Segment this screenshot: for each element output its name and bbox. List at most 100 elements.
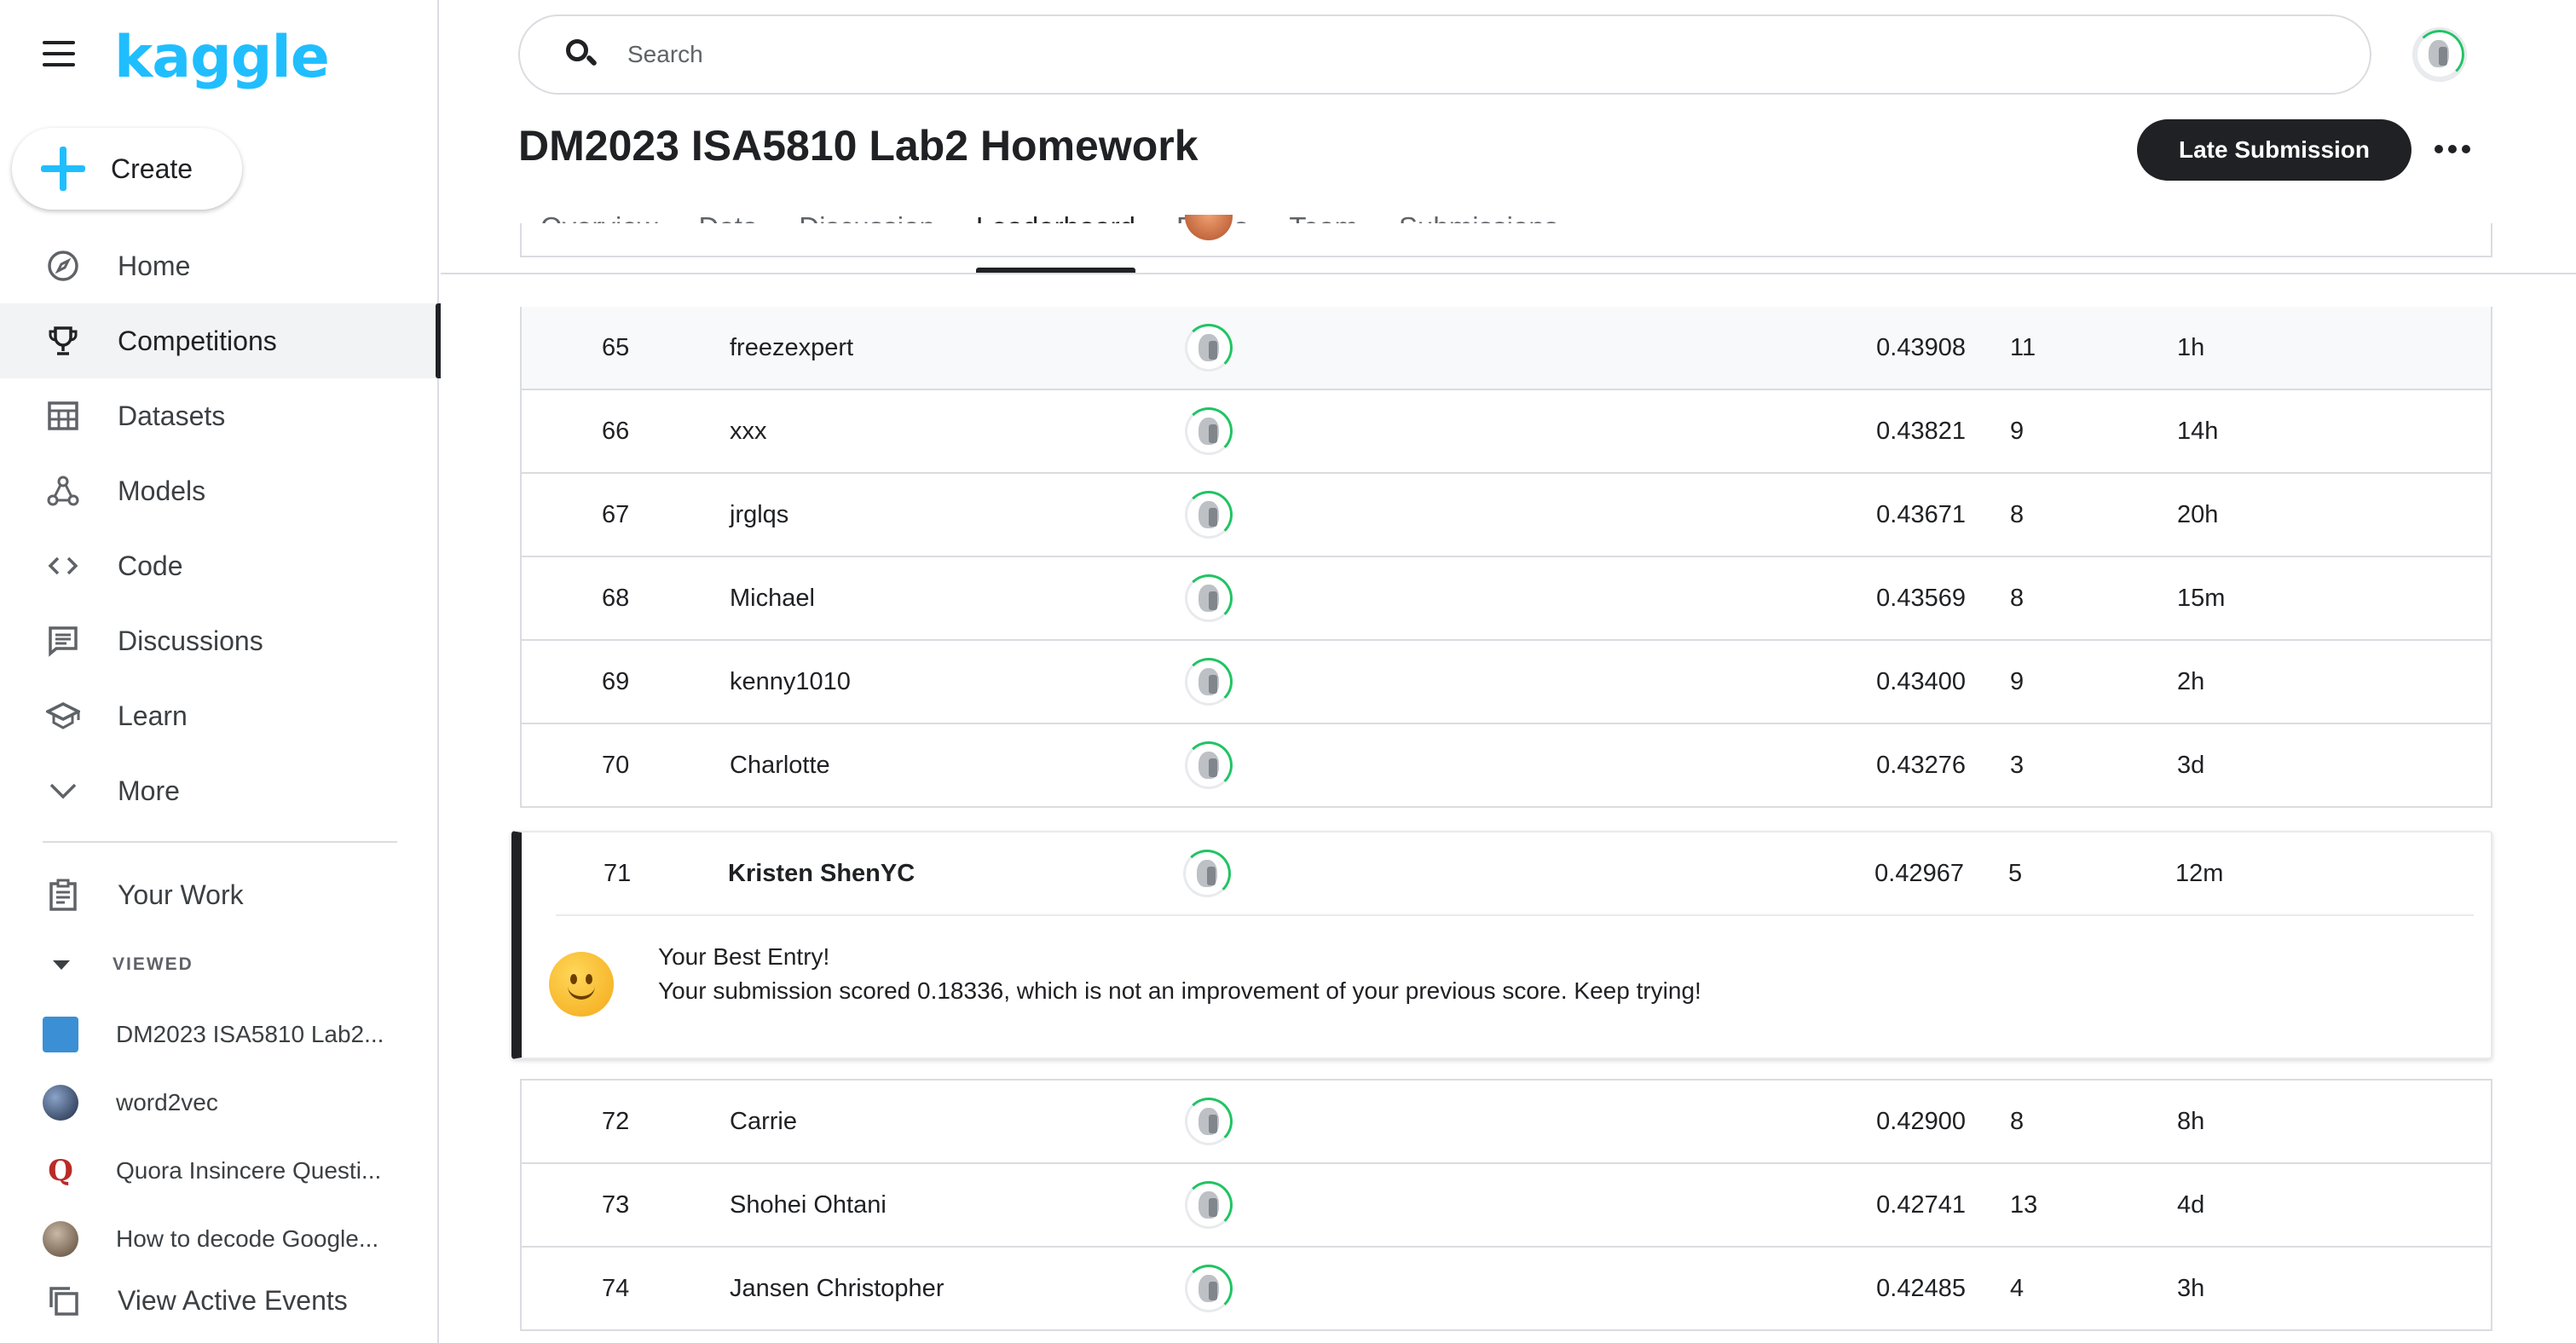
avatar-cell [1183, 390, 1234, 472]
table-row[interactable]: 70 Charlotte 0.43276 3 3d [520, 724, 2492, 808]
viewed-toggle[interactable]: VIEWED [44, 954, 193, 975]
nav-item-discussions[interactable]: Discussions [0, 603, 439, 678]
nav-item-your-work[interactable]: Your Work [0, 857, 439, 932]
user-avatar-icon[interactable] [1185, 491, 1233, 539]
user-avatar-icon[interactable] [1185, 1265, 1233, 1312]
sidebar: kaggle Create Home Competitions Datasets [0, 0, 441, 1343]
nav-item-more[interactable]: More [0, 753, 439, 828]
team-name[interactable]: Jansen Christopher [730, 1248, 944, 1329]
main-nav: Home Competitions Datasets Models Code D… [0, 228, 441, 828]
user-avatar-icon[interactable] [1185, 407, 1233, 455]
menu-icon[interactable] [43, 41, 77, 66]
search-input[interactable] [627, 41, 2247, 68]
user-avatar-icon[interactable] [1185, 741, 1233, 789]
recent-item-label: How to decode Google... [116, 1225, 379, 1252]
user-avatar-icon [43, 1221, 78, 1257]
nav-label-competitions: Competitions [118, 325, 277, 356]
avatar-cell [1183, 1081, 1234, 1162]
user-avatar[interactable] [2412, 27, 2467, 82]
viewed-heading: VIEWED [113, 954, 193, 974]
table-row[interactable]: 66 xxx 0.43821 9 14h [520, 390, 2492, 474]
entries-cell: 8 [2010, 584, 2024, 612]
nav-label-code: Code [118, 550, 183, 581]
avatar-cell [1183, 307, 1234, 389]
avatar-cell [1183, 557, 1234, 639]
avatar-cell [1183, 215, 1234, 257]
team-name[interactable]: kenny1010 [730, 641, 851, 723]
create-label: Create [111, 153, 193, 184]
sidebar-divider [43, 841, 397, 843]
user-avatar-icon[interactable] [1185, 574, 1233, 622]
rank-cell: 66 [602, 417, 630, 445]
nav-item-competitions[interactable]: Competitions [0, 303, 441, 378]
user-avatar-icon[interactable] [1185, 658, 1233, 706]
best-entry-card: 71 Kristen ShenYC 0.42967 5 12m Your Bes… [511, 831, 2492, 1059]
team-name[interactable]: Charlotte [730, 724, 830, 806]
rank-cell: 69 [602, 667, 630, 695]
table-row[interactable]: 65 freezexpert 0.43908 11 1h [520, 307, 2492, 390]
user-avatar-icon [1185, 215, 1233, 240]
compass-icon [44, 247, 82, 285]
score-cell: 0.43821 [1876, 417, 1966, 445]
table-row[interactable]: 73 Shohei Ohtani 0.42741 13 4d [520, 1164, 2492, 1248]
team-name[interactable]: xxx [730, 390, 767, 472]
table-row[interactable]: 67 jrglqs 0.43671 8 20h [520, 474, 2492, 557]
entries-cell: 8 [2010, 500, 2024, 528]
late-submission-button[interactable]: Late Submission [2137, 119, 2411, 181]
team-name[interactable]: Shohei Ohtani [730, 1164, 887, 1246]
tabs-divider [441, 273, 2576, 274]
avatar-cell [1183, 641, 1234, 723]
user-avatar-icon[interactable] [1183, 850, 1231, 897]
card-divider [556, 914, 2474, 916]
avatar-cell [1183, 474, 1234, 556]
nav-item-learn[interactable]: Learn [0, 678, 439, 753]
last-cell: 1h [2177, 333, 2205, 361]
view-active-events[interactable]: View Active Events [0, 1266, 439, 1334]
search-bar[interactable] [518, 14, 2371, 95]
rank-cell: 67 [602, 500, 630, 528]
user-avatar-icon[interactable] [1185, 1181, 1233, 1229]
team-name[interactable]: Carrie [730, 1081, 797, 1162]
recent-item-label: DM2023 ISA5810 Lab2... [116, 1021, 384, 1047]
team-name[interactable]: freezexpert [730, 307, 853, 389]
kaggle-logo[interactable]: kaggle [114, 24, 330, 91]
entries-cell: 13 [2010, 1190, 2038, 1219]
entries-cell: 3 [2010, 751, 2024, 779]
recent-item[interactable]: Q Quora Insincere Questi... [0, 1137, 439, 1205]
entries-cell: 8 [2010, 1107, 2024, 1135]
recent-item[interactable]: How to decode Google... [0, 1205, 439, 1273]
trophy-icon [44, 322, 82, 360]
rank-cell: 65 [602, 333, 630, 361]
team-name[interactable]: Michael [730, 557, 815, 639]
table-row[interactable]: 74 Jansen Christopher 0.42485 4 3h [520, 1248, 2492, 1331]
user-avatar-icon[interactable] [1185, 1098, 1233, 1145]
comments-icon [44, 622, 82, 660]
page-title: DM2023 ISA5810 Lab2 Homework [518, 122, 1198, 170]
team-name[interactable]: Kristen ShenYC [728, 833, 915, 914]
best-entry-title: Your Best Entry! [658, 943, 830, 970]
nav-label-home: Home [118, 250, 191, 281]
user-avatar-icon [43, 1085, 78, 1121]
table-row [520, 215, 2492, 257]
nav-item-models[interactable]: Models [0, 453, 439, 528]
nav-label-more: More [118, 775, 180, 806]
entries-cell: 9 [2010, 417, 2024, 445]
nav-item-home[interactable]: Home [0, 228, 439, 303]
team-name[interactable]: jrglqs [730, 474, 788, 556]
recent-item[interactable]: word2vec [0, 1069, 439, 1137]
clipboard-icon [44, 876, 82, 914]
more-options-icon[interactable] [2434, 136, 2472, 162]
create-button[interactable]: Create [12, 128, 242, 210]
school-icon [44, 697, 82, 735]
table-row[interactable]: 68 Michael 0.43569 8 15m [520, 557, 2492, 641]
table-row[interactable]: 69 kenny1010 0.43400 9 2h [520, 641, 2492, 724]
entries-cell: 9 [2010, 667, 2024, 695]
user-avatar-icon[interactable] [1185, 324, 1233, 372]
avatar-cell [1183, 1248, 1234, 1329]
avatar-cell [1183, 724, 1234, 806]
nav-item-code[interactable]: Code [0, 528, 439, 603]
table-row[interactable]: 72 Carrie 0.42900 8 8h [520, 1079, 2492, 1164]
recent-item[interactable]: DM2023 ISA5810 Lab2... [0, 1000, 439, 1069]
score-cell: 0.43276 [1876, 751, 1966, 779]
nav-item-datasets[interactable]: Datasets [0, 378, 439, 453]
